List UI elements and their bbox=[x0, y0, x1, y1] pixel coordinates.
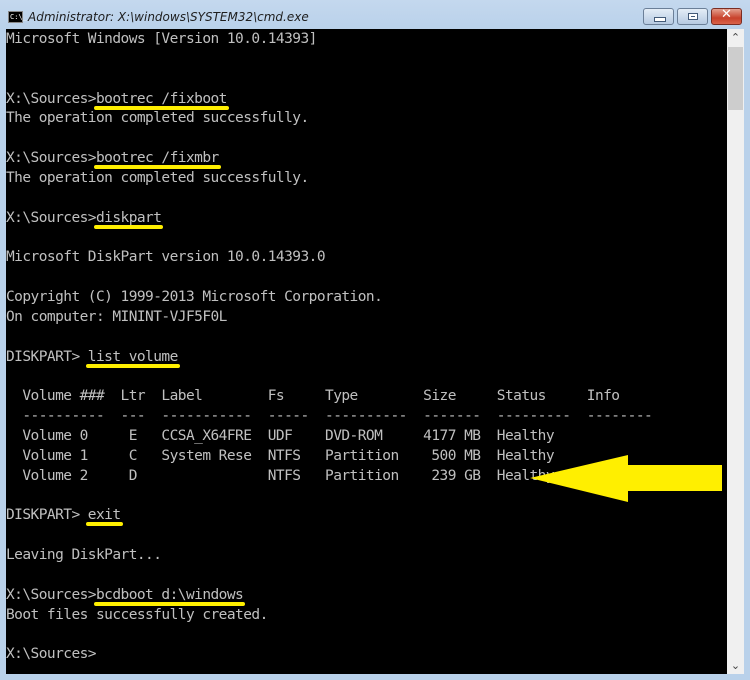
command-underline bbox=[93, 224, 164, 229]
title-bar[interactable]: C:\_ Administrator: X:\windows\SYSTEM32\… bbox=[0, 0, 750, 29]
console-line: ---------- --- ----------- ----- -------… bbox=[6, 408, 653, 425]
command-underline bbox=[93, 105, 229, 110]
console-line: Microsoft DiskPart version 10.0.14393.0 bbox=[6, 249, 326, 266]
console-line: Volume 0 E CCSA_X64FRE UDF DVD-ROM 4177 … bbox=[6, 428, 555, 444]
console-line: Microsoft Windows [Version 10.0.14393] bbox=[6, 31, 317, 47]
maximize-icon bbox=[688, 13, 698, 20]
console-line: X:\Sources> bbox=[6, 646, 97, 663]
console-output[interactable]: Microsoft Windows [Version 10.0.14393] X:… bbox=[6, 29, 727, 674]
maximize-button[interactable] bbox=[677, 8, 708, 25]
console-line: Leaving DiskPart... bbox=[6, 547, 162, 564]
cmd-icon: C:\_ bbox=[8, 11, 27, 23]
vertical-scrollbar[interactable]: ⌃ ⌄ bbox=[727, 29, 744, 674]
console-line: Volume 2 D NTFS Partition 239 GB Healthy bbox=[6, 467, 555, 484]
console-line: On computer: MININT-VJF5F0L bbox=[6, 308, 227, 325]
console-line: Volume ### Ltr Label Fs Type Size Status… bbox=[6, 388, 620, 405]
command-underline bbox=[85, 522, 123, 527]
chevron-up-icon: ⌃ bbox=[730, 31, 741, 44]
console-line: The operation completed successfully. bbox=[6, 169, 309, 186]
command-underline bbox=[93, 165, 221, 170]
console-line: The operation completed successfully. bbox=[6, 110, 309, 127]
scrollbar-thumb[interactable] bbox=[728, 47, 743, 110]
annotation-arrow-icon bbox=[530, 455, 722, 502]
close-button[interactable]: ✕ bbox=[711, 7, 742, 25]
scroll-down-button[interactable]: ⌄ bbox=[727, 657, 744, 674]
chevron-down-icon: ⌄ bbox=[730, 659, 741, 672]
window-title: Administrator: X:\windows\SYSTEM32\cmd.e… bbox=[28, 10, 309, 24]
console-line: Volume 1 C System Rese NTFS Partition 50… bbox=[6, 447, 555, 464]
command-underline bbox=[93, 601, 246, 606]
cmd-window: C:\_ Administrator: X:\windows\SYSTEM32\… bbox=[0, 0, 750, 680]
minimize-icon bbox=[654, 17, 666, 22]
command-underline bbox=[85, 363, 180, 368]
console-line: Boot files successfully created. bbox=[6, 606, 268, 623]
console-line: Copyright (C) 1999-2013 Microsoft Corpor… bbox=[6, 289, 383, 306]
close-icon: ✕ bbox=[721, 7, 732, 22]
minimize-button[interactable] bbox=[643, 8, 674, 25]
scroll-up-button[interactable]: ⌃ bbox=[727, 29, 744, 46]
